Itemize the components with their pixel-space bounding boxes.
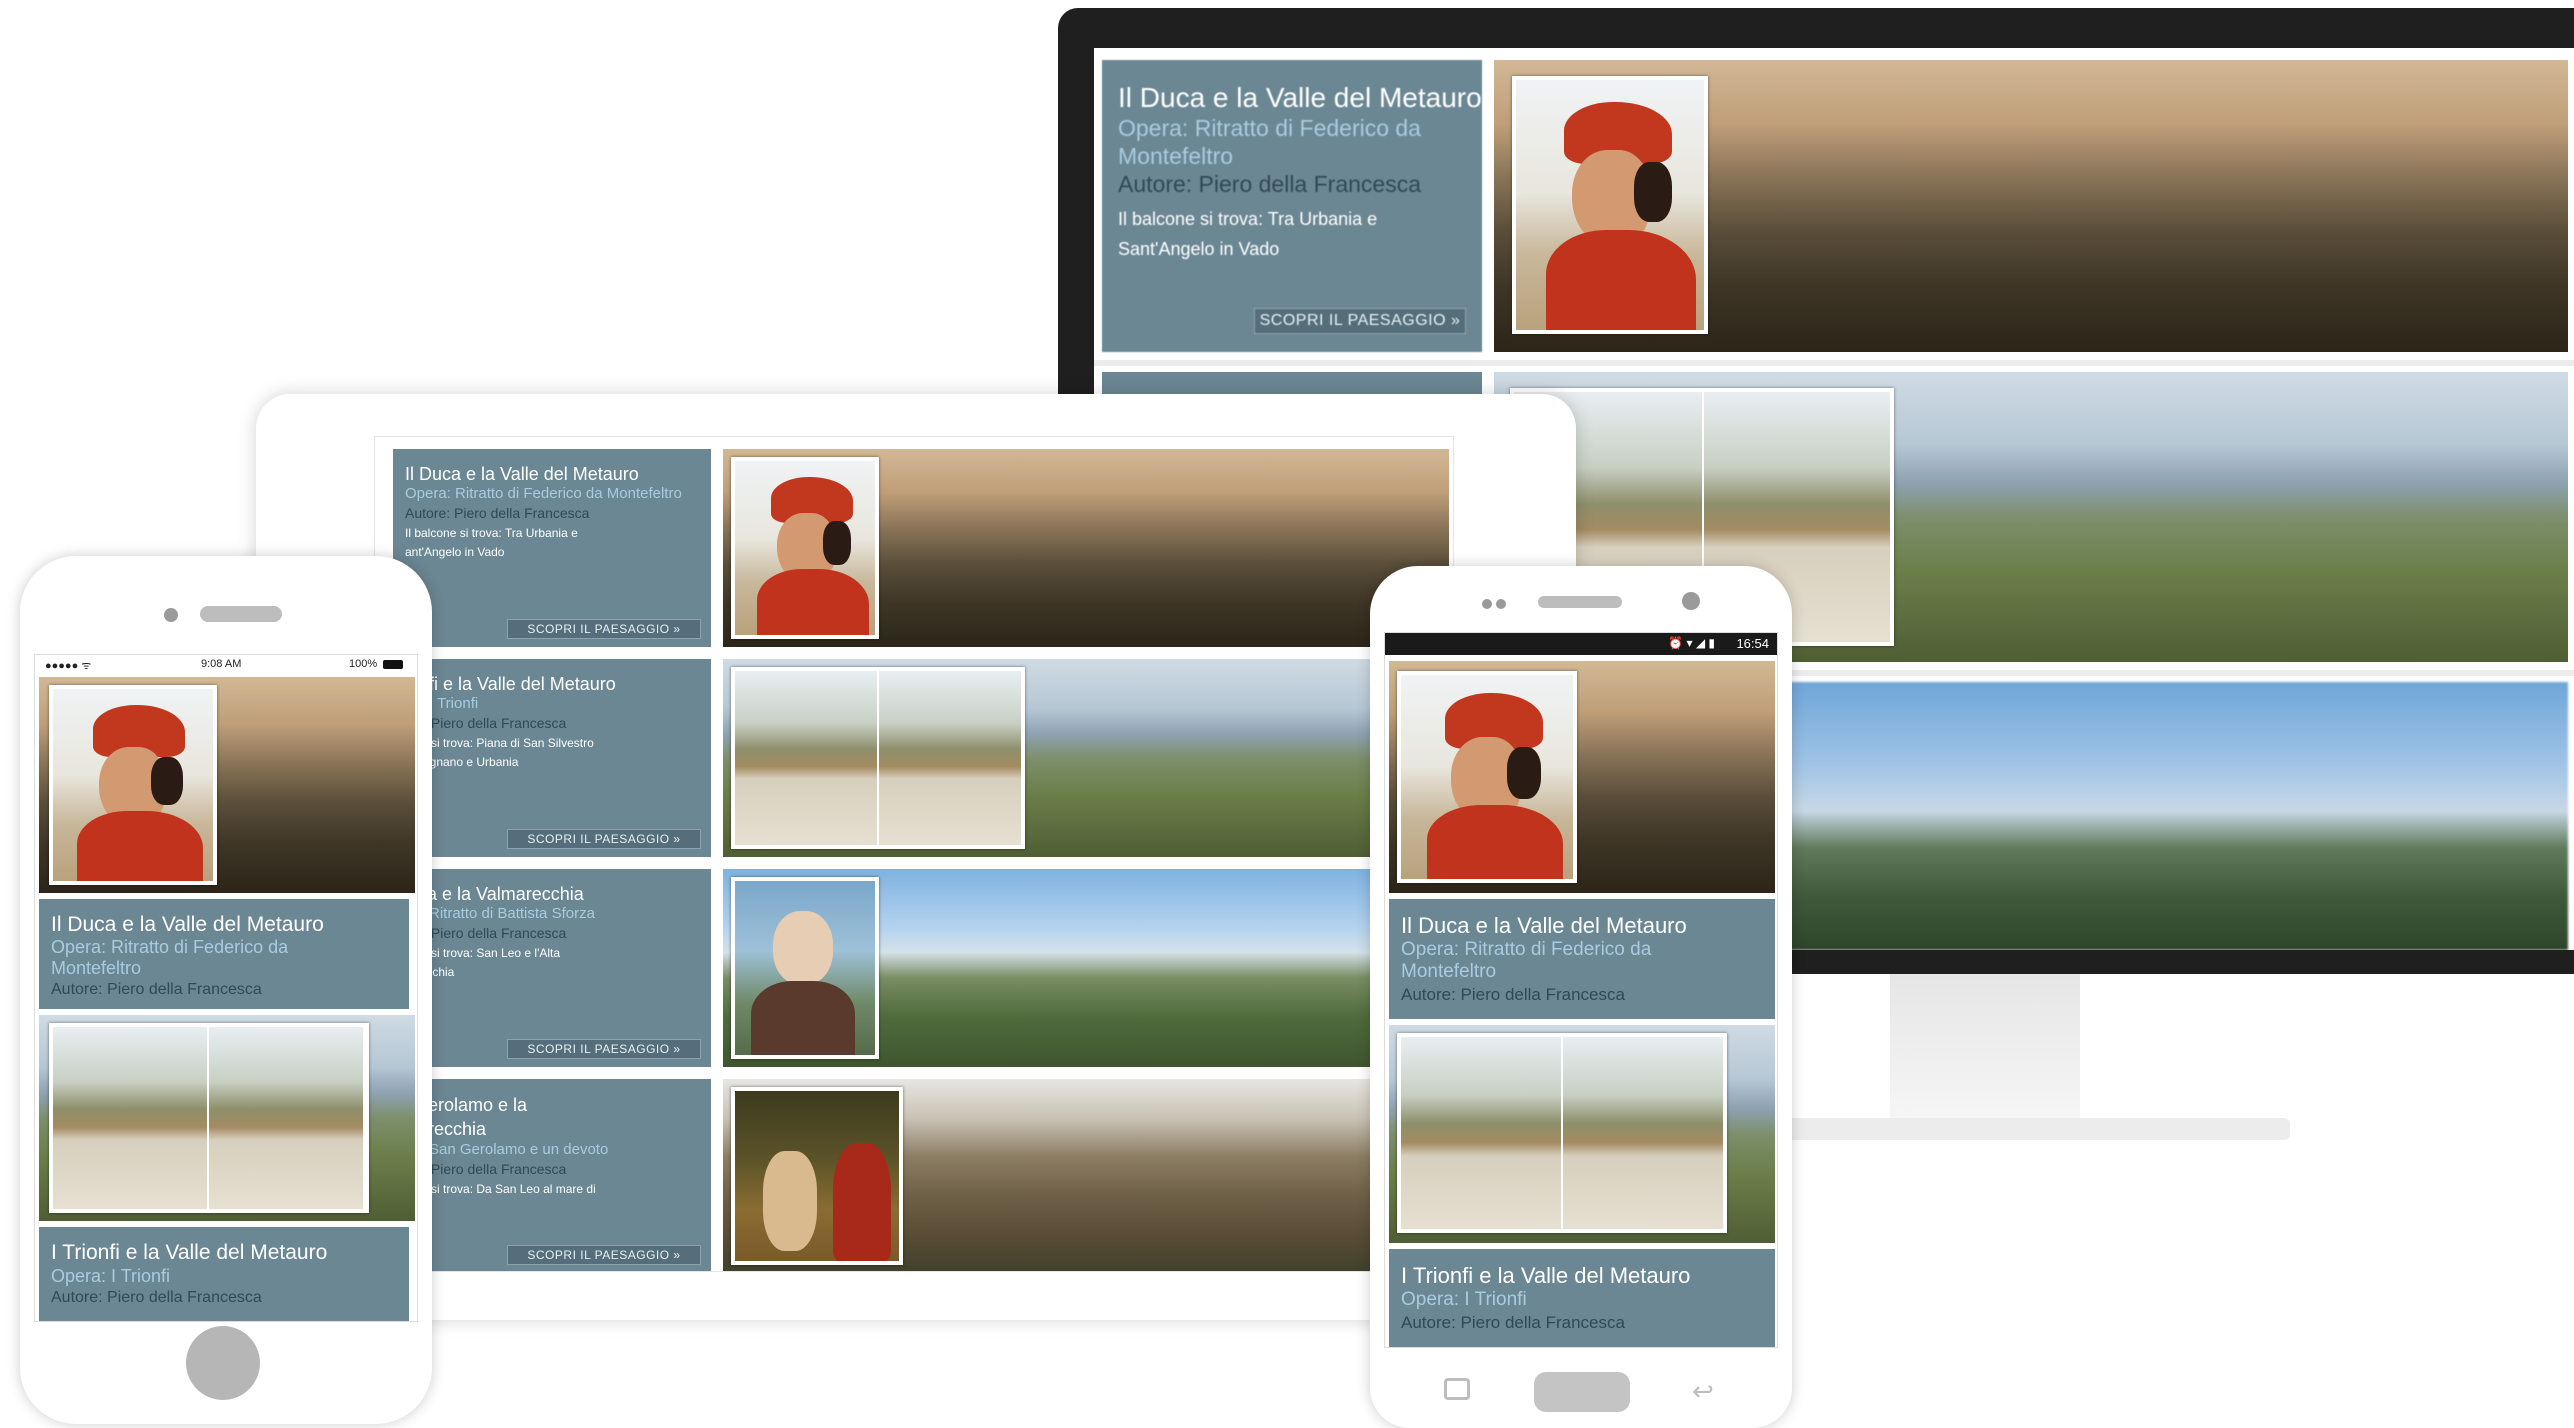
monitor-stand (1890, 974, 2080, 1124)
card-opera: Opera: I Trionfi (1401, 1289, 1527, 1310)
trionfi-painting-image (49, 1023, 369, 1213)
speaker-grille (1538, 596, 1622, 608)
tablet-card-1-landscape (723, 449, 1449, 647)
ios-status-bar: ●●●●● ᯤ 9:08 AM 100% (35, 655, 417, 675)
discover-landscape-button[interactable]: SCOPRI IL PAESAGGIO » (1254, 308, 1466, 334)
card-title: I Trionfi e la Valle del Metauro (51, 1241, 328, 1264)
tablet-card-2-landscape (723, 659, 1449, 857)
iphone-card-1-landscape (39, 677, 415, 893)
discover-landscape-button[interactable]: SCOPRI IL PAESAGGIO » (507, 1245, 701, 1265)
card-opera: Opera: I Trionfi (51, 1266, 171, 1286)
card-opera: Opera: Ritratto di Federico da Montefelt… (1118, 115, 1421, 169)
card-title: n Gerolamo e la (399, 1095, 528, 1115)
discover-landscape-button[interactable]: SCOPRI IL PAESAGGIO » (507, 829, 701, 849)
card-title: ttista e la Valmarecchia (399, 884, 584, 904)
android-card-1-info: Il Duca e la Valle del Metauro Opera: Ri… (1389, 899, 1775, 1019)
card-balcone: lcone si trova: Piana di San Silvestro (399, 736, 594, 750)
android-device: ⏰ ▾ ◢ ▮ 16:54 Il Duca e la Valle del Met… (1370, 566, 1792, 1428)
android-card-2-landscape (1389, 1025, 1775, 1243)
card-autore: tore: Piero della Francesca (399, 925, 567, 941)
iphone-card-1-info: Il Duca e la Valle del Metauro Opera: Ri… (39, 899, 409, 1009)
card-autore: Autore: Piero della Francesca (405, 505, 590, 521)
card-autore: tore: Piero della Francesca (399, 715, 567, 731)
iphone-device: ●●●●● ᯤ 9:08 AM 100% Il Duca e la Valle … (20, 556, 432, 1424)
card-balcone: Il balcone si trova: Tra Urbania e Sant'… (1118, 209, 1378, 259)
tablet-card-3-landscape (723, 869, 1449, 1067)
card-title: Il Duca e la Valle del Metauro (51, 913, 324, 936)
discover-landscape-button[interactable]: SCOPRI IL PAESAGGIO » (507, 1039, 701, 1059)
tablet-card-2-info: rionfi e la Valle del Metauro era: I Tri… (393, 659, 711, 857)
tablet-card-4-info: n Gerolamo e la lmarecchia era: San Gero… (393, 1079, 711, 1271)
portrait-federico-image (49, 685, 217, 885)
android-card-2-info: I Trionfi e la Valle del Metauro Opera: … (1389, 1249, 1775, 1347)
battery-icon (383, 660, 403, 669)
iphone-screen: ●●●●● ᯤ 9:08 AM 100% Il Duca e la Valle … (34, 654, 418, 1322)
card-title: Il Duca e la Valle del Metauro (1401, 913, 1687, 938)
san-gerolamo-painting-image (731, 1087, 903, 1265)
desktop-card-1-info: Il Duca e la Valle del Metauro Opera: Ri… (1102, 60, 1482, 352)
card-autore: tore: Piero della Francesca (399, 1161, 567, 1177)
camera-icon (1682, 592, 1700, 610)
card-balcone-cont: Fermignano e Urbania (399, 755, 519, 769)
portrait-federico-image (731, 457, 879, 639)
card-opera: Opera: Ritratto di Federico da Montefelt… (405, 485, 682, 502)
tablet-card-3-info: ttista e la Valmarecchia era: Ritratto d… (393, 869, 711, 1067)
card-opera: Opera: Ritratto di Federico da Montefelt… (51, 937, 289, 978)
portrait-federico-image (1397, 671, 1577, 883)
status-time: 9:08 AM (201, 658, 242, 670)
card-autore: Autore: Piero della Francesca (1118, 171, 1421, 197)
desktop-card-1-landscape (1494, 60, 2568, 352)
card-title-cont: lmarecchia (399, 1119, 487, 1139)
sensor-dots (1482, 596, 1516, 609)
card-autore: Autore: Piero della Francesca (51, 981, 262, 998)
portrait-federico-image (1512, 76, 1708, 334)
card-balcone: lcone si trova: San Leo e l'Alta (399, 946, 561, 960)
card-balcone-cont: marecchia (399, 963, 705, 981)
back-icon[interactable] (1444, 1378, 1470, 1400)
recent-apps-icon[interactable]: ↩ (1692, 1378, 1714, 1404)
card-autore: Autore: Piero della Francesca (1401, 1313, 1625, 1332)
card-opera: era: I Trionfi (399, 695, 479, 712)
iphone-card-2-landscape (39, 1015, 415, 1221)
tablet-card-1-info: Il Duca e la Valle del Metauro Opera: Ri… (393, 449, 711, 647)
card-opera: Opera: Ritratto di Federico da Montefelt… (1401, 939, 1652, 982)
android-status-bar: ⏰ ▾ ◢ ▮ 16:54 (1385, 633, 1777, 655)
camera-icon (164, 608, 178, 622)
card-title: I Trionfi e la Valle del Metauro (1401, 1263, 1691, 1288)
status-time: 16:54 (1736, 636, 1769, 651)
card-title: Il Duca e la Valle del Metauro (1118, 82, 1482, 113)
android-screen: ⏰ ▾ ◢ ▮ 16:54 Il Duca e la Valle del Met… (1384, 632, 1778, 1348)
trionfi-painting-image (731, 667, 1025, 849)
tablet-card-4-landscape (723, 1079, 1449, 1271)
card-balcone: Il balcone si trova: Tra Urbania e (405, 526, 578, 540)
signal-indicator: ●●●●● ᯤ (45, 660, 92, 672)
speaker-grille (200, 606, 282, 622)
trionfi-painting-image (1397, 1033, 1727, 1233)
card-autore: Autore: Piero della Francesca (1401, 985, 1625, 1004)
card-autore: Autore: Piero della Francesca (51, 1289, 262, 1306)
card-balcone-cont: mini (399, 1199, 705, 1217)
card-balcone: lcone si trova: Da San Leo al mare di (399, 1182, 596, 1196)
battery-percent: 100% (349, 658, 378, 670)
card-opera: era: Ritratto di Battista Sforza (399, 905, 595, 922)
home-button[interactable] (186, 1326, 260, 1400)
card-balcone-cont: ant'Angelo in Vado (405, 545, 505, 559)
card-title: rionfi e la Valle del Metauro (399, 674, 616, 694)
status-icons: ⏰ ▾ ◢ ▮ (1668, 636, 1715, 650)
tablet-screen: Il Duca e la Valle del Metauro Opera: Ri… (374, 436, 1454, 1272)
card-title: Il Duca e la Valle del Metauro (405, 464, 639, 484)
card-opera: era: San Gerolamo e un devoto (399, 1141, 609, 1158)
discover-landscape-button[interactable]: SCOPRI IL PAESAGGIO » (507, 619, 701, 639)
portrait-battista-image (731, 877, 879, 1059)
android-card-1-landscape (1389, 661, 1775, 893)
home-button[interactable] (1534, 1372, 1630, 1412)
iphone-card-2-info: I Trionfi e la Valle del Metauro Opera: … (39, 1227, 409, 1321)
